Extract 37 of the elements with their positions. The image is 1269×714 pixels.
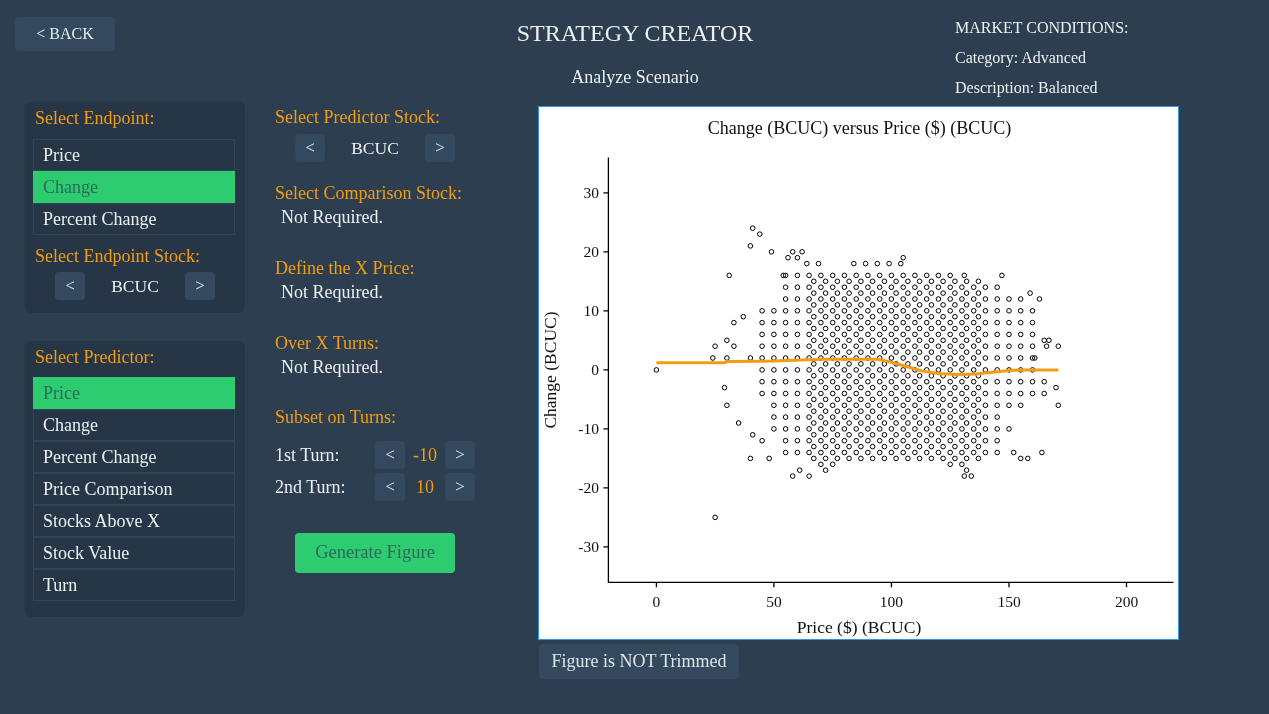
y-axis-title: Change (BCUC) [540,311,560,429]
panel-heading: Select Endpoint Stock: [35,245,200,267]
axis-tick-label: -20 [578,478,599,496]
page-title: STRATEGY CREATOR [516,20,754,46]
axis-tick-label: 0 [652,593,661,610]
chart-title: Change (BCUC) versus Price ($) (BCUC) [707,118,1012,138]
axis-tick-label: 100 [879,593,904,610]
axis-tick-label: -10 [578,419,599,437]
x-axis-title: Price ($) (BCUC) [796,617,922,637]
stock-symbol: BCUC [111,274,159,298]
section-heading: Subset on Turns: [275,406,397,428]
axis-tick-label: -30 [578,537,599,555]
turn-label: 2nd Turn: [275,476,346,497]
section-heading: Select Comparison Stock: [275,182,462,204]
axis-tick-label: 0 [591,360,599,378]
turn-value: -10 [413,443,437,467]
market-condition-text: Category: Advanced [955,48,1087,69]
market-condition-text: Description: Balanced [955,78,1098,99]
section-heading: Over X Turns: [275,332,380,354]
section-heading: Define the X Price: [275,257,415,279]
turn-value: 10 [416,475,434,499]
page-subtitle: Analyze Scenario [571,67,699,87]
section-value: Not Required. [281,356,383,378]
market-conditions-heading: MARKET CONDITIONS: [955,18,1129,38]
axis-tick-label: 20 [583,242,599,260]
axis-tick-label: 10 [583,301,599,319]
axis-tick-label: 200 [1114,593,1139,610]
panel-heading: Select Endpoint: [35,107,155,129]
turn-label: 1st Turn: [275,444,340,465]
panel-heading: Select Predictor: [35,346,155,368]
axis-tick-label: 150 [997,593,1021,610]
section-value: Not Required. [281,206,383,228]
axis-tick-label: 30 [583,183,599,201]
stock-symbol: BCUC [351,136,399,160]
section-heading: Select Predictor Stock: [275,106,440,128]
section-value: Not Required. [281,281,383,303]
axis-tick-label: 50 [766,593,782,610]
